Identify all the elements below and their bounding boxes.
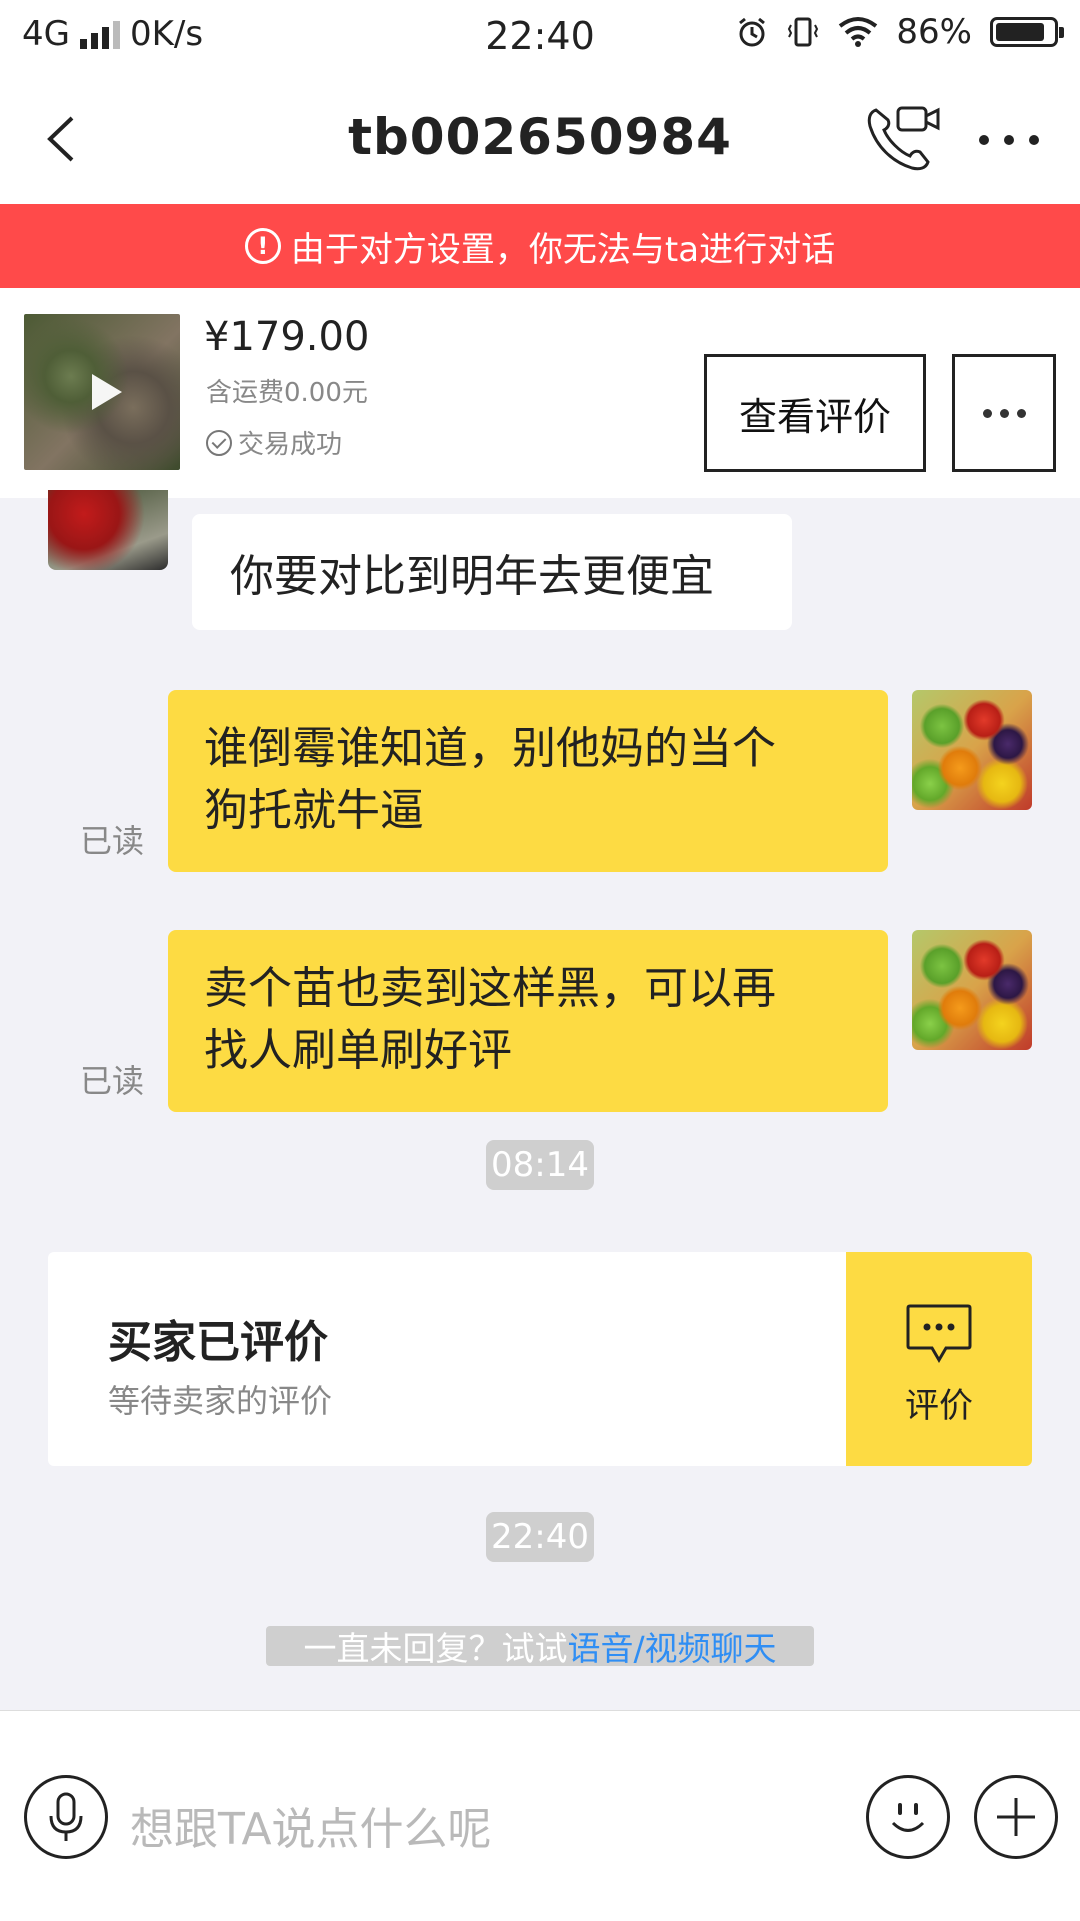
emoji-button[interactable] [866, 1775, 950, 1859]
message-line: 找人刷单刷好评 [204, 1025, 512, 1076]
restriction-banner: ! 由于对方设置，你无法与ta进行对话 [0, 204, 1080, 288]
more-dot-icon [999, 408, 1009, 418]
status-bar: 4G 0K/s 22:40 86% [0, 0, 1080, 76]
product-thumbnail[interactable] [24, 314, 180, 470]
more-dot-icon [982, 408, 992, 418]
play-icon [92, 374, 122, 410]
hint-text: 一直未回复？试试 [303, 1629, 568, 1668]
product-price: ¥179.00 [204, 314, 370, 360]
voice-button[interactable] [24, 1775, 108, 1859]
battery-percent: 86% [896, 12, 972, 52]
plus-icon [997, 1798, 1035, 1836]
microphone-icon [49, 1792, 83, 1841]
reply-hint: 一直未回复？试试 语音/视频聊天 [266, 1626, 814, 1668]
banner-text: 由于对方设置，你无法与ta进行对话 [290, 229, 836, 270]
alarm-icon [739, 17, 766, 47]
rating-card: 买家已评价 等待卖家的评价 评价 [48, 1252, 1032, 1466]
smiley-icon [891, 1803, 925, 1832]
timestamp: 08:14 [486, 1140, 594, 1190]
check-circle-icon [206, 429, 232, 456]
rating-title: 买家已评价 [108, 1317, 328, 1368]
battery-level [996, 23, 1045, 41]
seller-avatar[interactable] [48, 490, 168, 570]
view-review-button[interactable]: 查看评价 [704, 354, 926, 472]
message-line: 卖个苗也卖到这样黑，可以再 [204, 963, 776, 1014]
warning-icon: ! [244, 228, 281, 264]
vibrate-icon [788, 17, 819, 47]
user-avatar[interactable] [912, 690, 1032, 810]
timestamp: 22:40 [486, 1512, 594, 1562]
message-bubble-left[interactable]: 你要对比到明年去更便宜 [192, 514, 792, 630]
wifi-icon [839, 17, 878, 47]
user-avatar[interactable] [912, 930, 1032, 1050]
add-button[interactable] [974, 1775, 1058, 1859]
chat-header: tb002650984 [0, 76, 1080, 204]
deal-status: 交易成功 [206, 424, 342, 461]
more-dot-icon [1016, 408, 1026, 418]
input-bar: 想跟TA说点什么呢 [0, 1710, 1080, 1921]
deal-status-text: 交易成功 [238, 430, 343, 460]
message-bubble-right[interactable]: 卖个苗也卖到这样黑，可以再 找人刷单刷好评 [168, 930, 888, 1112]
message-line: 谁倒霉谁知道，别他妈的当个 [204, 723, 776, 774]
status-right: 86% [736, 12, 1064, 52]
rate-button-label: 评价 [905, 1386, 973, 1426]
message-bubble-right[interactable]: 谁倒霉谁知道，别他妈的当个 狗托就牛逼 [168, 690, 888, 872]
battery-icon [990, 17, 1064, 47]
voice-video-link[interactable]: 语音/视频聊天 [567, 1622, 776, 1670]
more-options-icon[interactable] [974, 128, 1044, 152]
rating-subtitle: 等待卖家的评价 [108, 1382, 333, 1420]
rate-button[interactable]: 评价 [846, 1252, 1032, 1466]
read-receipt: 已读 [80, 822, 145, 860]
read-receipt: 已读 [80, 1062, 145, 1100]
message-line: 狗托就牛逼 [204, 785, 424, 836]
product-more-button[interactable] [952, 354, 1056, 472]
shipping-fee: 含运费0.00元 [206, 378, 368, 408]
call-video-icon[interactable] [862, 100, 942, 176]
product-card: ¥179.00 含运费0.00元 交易成功 查看评价 [0, 288, 1080, 498]
message-input[interactable]: 想跟TA说点什么呢 [130, 1793, 492, 1857]
comment-icon [906, 1304, 972, 1363]
